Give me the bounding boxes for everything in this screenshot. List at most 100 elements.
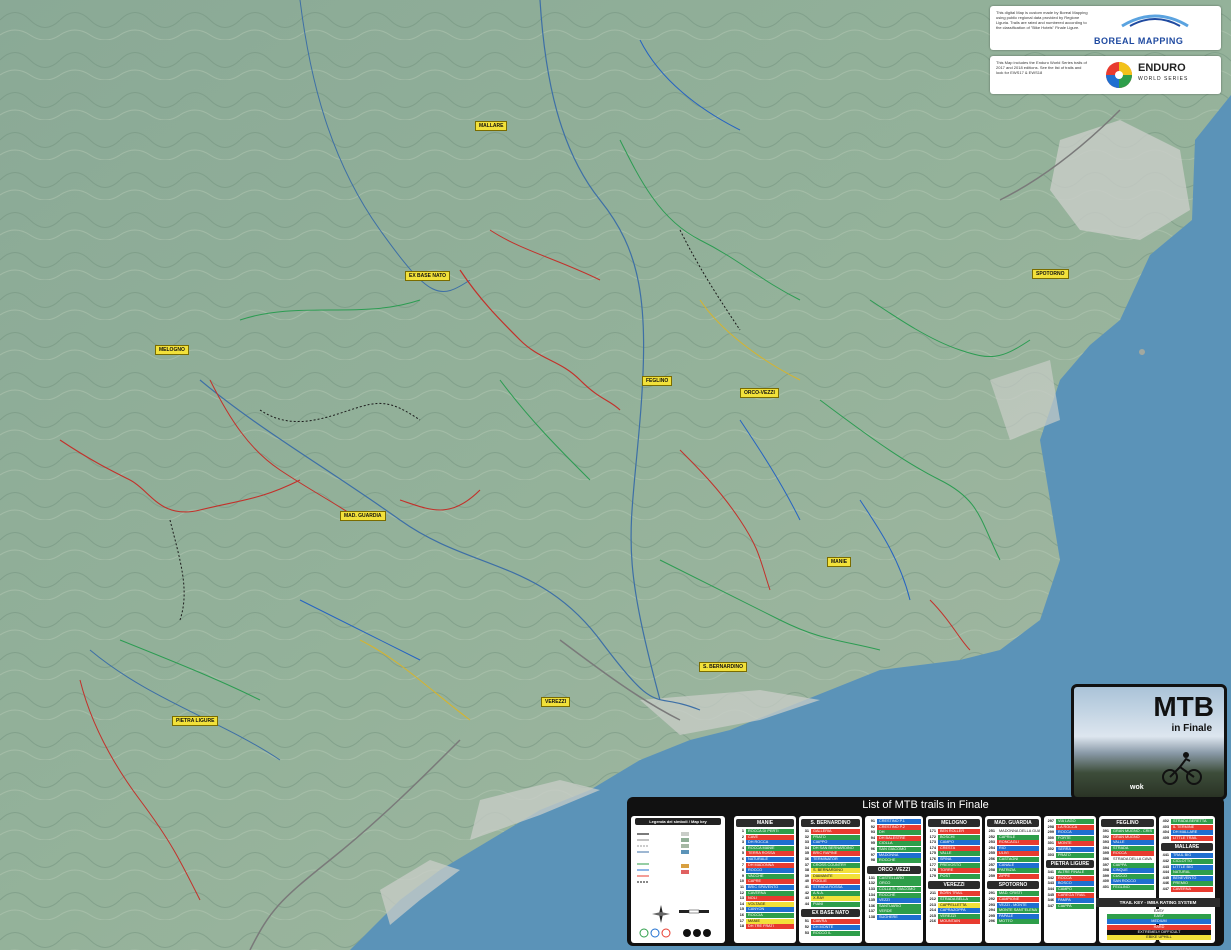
trail-row[interactable]: 39 DIAMANTE — [800, 873, 861, 879]
trail-row[interactable]: 42 A.N.A. — [800, 890, 861, 896]
trail-row[interactable]: 398 CINQUE — [1100, 868, 1155, 874]
trail-row[interactable]: 35 BRIC RAPINE — [800, 851, 861, 857]
location-label-spotorno[interactable]: SPOTORNO — [1032, 269, 1069, 279]
trail-row[interactable]: 138 SUGHERE — [866, 915, 922, 920]
trail-row[interactable]: 211 BORN TRAIL — [927, 891, 981, 897]
trail-row[interactable]: 299 ROCCA — [1045, 830, 1095, 836]
trail-row[interactable]: 296 MOTTO — [986, 919, 1040, 925]
trail-row[interactable]: 12 CAVERNA — [735, 890, 795, 896]
trail-row[interactable]: 33 CIAPPO — [800, 840, 861, 846]
trail-row[interactable]: 7 DH MADONNA — [735, 862, 795, 868]
trail-row[interactable]: 17 MANIE — [735, 918, 795, 924]
trail-row[interactable]: 253 RONCAGLI — [986, 840, 1040, 846]
trail-row[interactable]: 442 CICLOTTO — [1160, 859, 1214, 864]
trail-row[interactable]: 92 CRESTINO P.2 — [866, 824, 922, 830]
trail-row[interactable]: 300 FORTE — [1045, 835, 1095, 841]
location-label-mallare[interactable]: MALLARE — [475, 121, 508, 131]
trail-row[interactable]: 3 DH ROCCA — [735, 840, 795, 846]
trail-row[interactable]: 251MADONNA DELLA GUARDIA — [986, 829, 1040, 834]
trail-row[interactable]: 51 CIAVRA — [800, 919, 861, 925]
trail-row[interactable]: 40 FOGLIE — [800, 879, 861, 885]
trail-row[interactable]: 2 CAVE — [735, 834, 795, 840]
trail-row[interactable]: 11 BRIC SPAVENTO — [735, 885, 795, 890]
trail-row[interactable]: 255 ULIVI — [986, 851, 1040, 857]
trail-row[interactable]: 36 TERMINATOR — [800, 857, 861, 862]
trail-row[interactable]: 213 CAPPELLETTA — [927, 902, 981, 908]
trail-row[interactable]: 294 MONTE SANT'ELENA — [986, 908, 1040, 914]
trail-row[interactable]: 391 GRAN MUGNO - CRIS — [1100, 829, 1155, 834]
trail-row[interactable]: 216 MOUNTAIN — [927, 919, 981, 925]
location-label-verezzi[interactable]: VEREZZI — [541, 697, 571, 707]
location-label-orco-vezzi[interactable]: ORCO-VEZZI — [740, 388, 779, 398]
trail-row[interactable]: 441 TRAIL BIG — [1160, 853, 1214, 859]
trail-row[interactable]: 397 CIAPPA — [1100, 862, 1155, 868]
trail-row[interactable]: 93 DH — [866, 830, 922, 836]
trail-row[interactable]: 9 VACCHE — [735, 873, 795, 879]
trail-row[interactable]: 43 X-RAY — [800, 896, 861, 902]
trail-row[interactable]: 44 PIANI — [800, 901, 861, 907]
trail-row[interactable]: 345 CAREGA TRAIL — [1045, 892, 1095, 898]
trail-row[interactable]: 6 NATURALE — [735, 857, 795, 862]
trail-row[interactable]: 14 VOLTAGE — [735, 901, 795, 907]
trail-row[interactable]: 1 ROCCA DI PERTI — [735, 829, 795, 834]
trail-row[interactable]: 175 VALLE — [927, 851, 981, 857]
trail-row[interactable]: 291 MAD. CRISTI — [986, 891, 1040, 897]
trail-row[interactable]: 178 TORRE — [927, 868, 981, 874]
trail-row[interactable]: 133 COLLA S. GIACOMO — [866, 887, 922, 892]
trail-row[interactable]: 393 VALLE — [1100, 840, 1155, 846]
trail-row[interactable]: 341 ALTRE FINALE — [1045, 870, 1095, 876]
trail-row[interactable]: 298 LA ROCCA — [1045, 824, 1095, 830]
trail-row[interactable]: 404 DH MALLARE — [1160, 830, 1214, 836]
trail-row[interactable]: 292 CAMPIONE — [986, 897, 1040, 902]
trail-row[interactable]: 258 PATRIZIA — [986, 868, 1040, 874]
trail-row[interactable]: 259 ZIPPE — [986, 873, 1040, 879]
trail-row[interactable]: 98 ROCCHE — [866, 858, 922, 864]
location-label-pietra-ligure[interactable]: PIETRA LIGURE — [172, 716, 219, 726]
trail-row[interactable]: 405 LITTLE TRAIL — [1160, 835, 1214, 841]
trail-row[interactable]: 37 CROSS COUNTRY — [800, 862, 861, 868]
trail-row[interactable]: 179 POST — [927, 873, 981, 879]
trail-row[interactable]: 344 CAMPO — [1045, 887, 1095, 892]
trail-row[interactable]: 136 SANTUARIO — [866, 903, 922, 909]
trail-row[interactable]: 97 MADONNA — [866, 852, 922, 858]
location-label-feglino[interactable]: FEGLINO — [642, 376, 673, 386]
trail-row[interactable]: 8 ROCCO — [735, 868, 795, 874]
trail-row[interactable]: 215 VEREZZI — [927, 913, 981, 919]
trail-row[interactable]: 445 BENEVENTO — [1160, 875, 1214, 881]
trail-row[interactable]: 176 SPINA — [927, 857, 981, 862]
trail-row[interactable]: 297 VIA LAGO — [1045, 819, 1095, 824]
trail-row[interactable]: 4 ROCCA MANIE — [735, 845, 795, 851]
trail-row[interactable]: 10 CAPRE — [735, 879, 795, 885]
trail-row[interactable]: 94 DH BALESTRE — [866, 835, 922, 841]
location-label-melogno[interactable]: MELOGNO — [155, 345, 189, 355]
trail-row[interactable]: 41 STRADA ROSSA — [800, 885, 861, 890]
trail-row[interactable]: 443 LITTLE BIG — [1160, 864, 1214, 870]
trail-row[interactable]: 18 DH TRE FRATI — [735, 924, 795, 930]
trail-row[interactable]: 346 PAMPA — [1045, 898, 1095, 904]
trail-row[interactable]: 173 CAMPO — [927, 840, 981, 846]
trail-row[interactable]: 5 TERRA ROSSA — [735, 851, 795, 857]
trail-row[interactable]: 402 STRADA BERETTA — [1160, 819, 1214, 824]
trail-row[interactable]: 342 ROCCA — [1045, 875, 1095, 881]
trail-row[interactable]: 38 S. BERNARDINO — [800, 868, 861, 874]
trail-row[interactable]: 177 PREVOSTO — [927, 862, 981, 868]
trail-row[interactable]: 132 ORCO — [866, 881, 922, 887]
trail-row[interactable]: 32 PRATO — [800, 834, 861, 840]
trail-row[interactable]: 303 PRATO — [1045, 852, 1095, 858]
trail-row[interactable]: 212 STRADA BELLA — [927, 897, 981, 902]
trail-row[interactable]: 254 RIO — [986, 845, 1040, 851]
trail-row[interactable]: 96 SAN GIACOMO — [866, 847, 922, 852]
trail-row[interactable]: 444 NATURAL — [1160, 870, 1214, 876]
trail-row[interactable]: 401 FEGLINO — [1100, 885, 1155, 890]
trail-row[interactable]: 31 GALLERIA — [800, 829, 861, 834]
trail-row[interactable]: 52 DH MONTE — [800, 925, 861, 930]
trail-row[interactable]: 135 VEZZI — [866, 898, 922, 904]
trail-row[interactable]: 302 SERRA — [1045, 847, 1095, 852]
trail-row[interactable]: 446 PREMIO — [1160, 881, 1214, 887]
trail-row[interactable]: 137 VERDE — [866, 909, 922, 915]
trail-row[interactable]: 399 CUCCO — [1100, 873, 1155, 879]
location-label-mad-guardia[interactable]: MAD. GUARDIA — [340, 511, 386, 521]
trail-row[interactable]: 214 CAPRAZOPPA — [927, 908, 981, 914]
trail-row[interactable]: 134 ROCCHE — [866, 892, 922, 898]
location-label-manie[interactable]: MANIE — [827, 557, 852, 567]
